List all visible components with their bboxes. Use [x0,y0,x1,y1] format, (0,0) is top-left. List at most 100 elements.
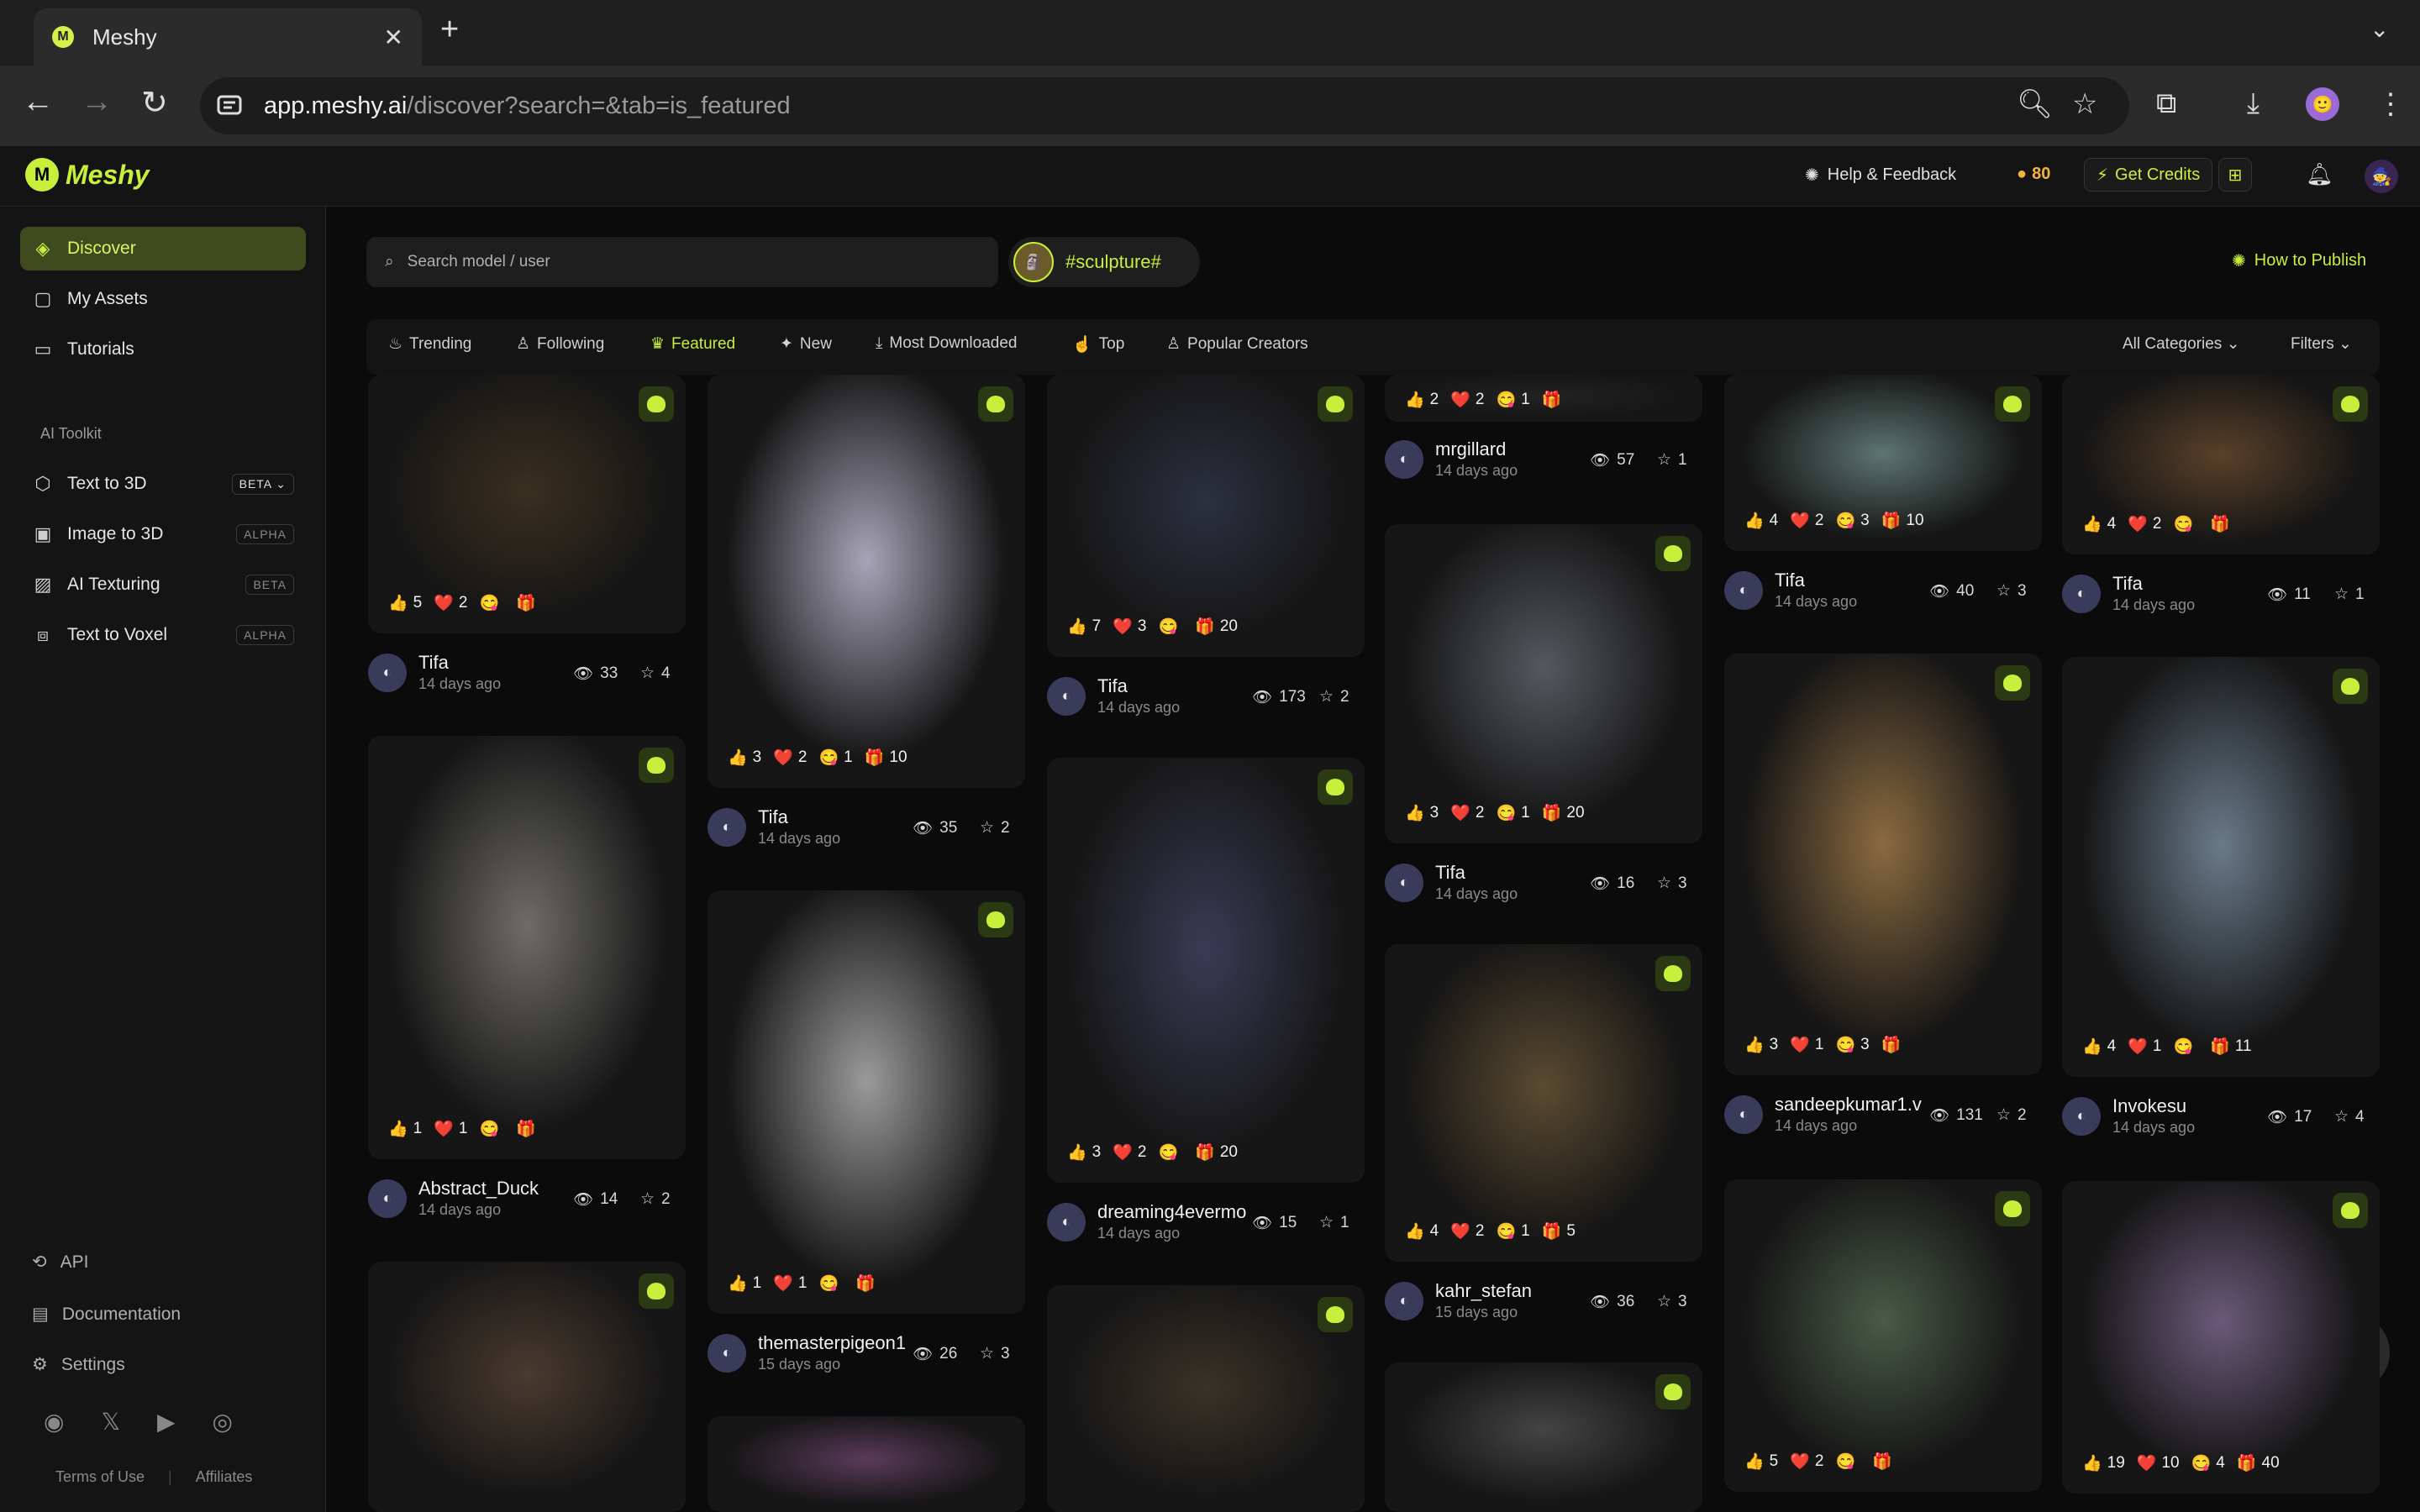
bookmark-star-icon[interactable]: ☆ [2072,87,2097,121]
tab-trending[interactable]: ♨ Trending [388,334,471,354]
sidebar-link-settings[interactable]: ⚙︎ Settings [32,1354,125,1375]
reaction-button[interactable]: 👍 5 [1744,1452,1778,1472]
tab-most-downloaded[interactable]: ⤓ Most Downloaded [876,334,1018,353]
author-name[interactable]: sandeepkumar1.v [1775,1094,1922,1116]
reaction-button[interactable]: ❤️ 2 [1790,511,1823,531]
reaction-button[interactable]: 🎁 5 [1542,1221,1576,1242]
model-card[interactable]: 👍 4 ❤️ 2 😋 1 🎁 5 [1385,944,1702,1262]
user-avatar[interactable]: 🧙 [2365,160,2398,193]
model-card[interactable] [1385,1362,1702,1512]
model-card[interactable] [368,1262,686,1512]
reaction-button[interactable]: 😋 1 [819,748,853,768]
reaction-button[interactable]: ❤️ 1 [773,1273,807,1294]
model-card[interactable]: 👍 4 ❤️ 1 😋 🎁 11 [2062,657,2380,1077]
tab-following[interactable]: ♙ Following [516,334,604,354]
author-name[interactable]: Tifa [1435,862,1518,884]
reaction-button[interactable]: ❤️ 2 [2128,514,2161,534]
reaction-button[interactable]: 🎁 [1872,1452,1897,1472]
reaction-button[interactable]: 👍 2 [1405,390,1439,410]
star-button[interactable]: ☆ 3 [1657,874,1687,893]
tab-new[interactable]: ✦ New [780,334,832,354]
model-card[interactable]: 👍 3 ❤️ 2 😋 1 🎁 20 [1385,524,1702,843]
reaction-button[interactable]: 😋 [2174,1037,2199,1057]
author-avatar[interactable]: ◐ [708,807,746,847]
author-avatar[interactable]: ◐ [1724,570,1763,610]
author-avatar[interactable]: ◐ [2062,1096,2101,1136]
reaction-button[interactable]: ❤️ 3 [1113,617,1146,637]
card-author[interactable]: ◐ Tifa 14 days ago [708,806,840,848]
sidebar-item-image-to-3d[interactable]: ▣ Image to 3D ALPHA [20,512,306,556]
reaction-button[interactable]: ❤️ 1 [1790,1035,1823,1055]
reaction-button[interactable]: 😋 3 [1836,511,1870,531]
reaction-button[interactable]: 👍 4 [2082,514,2116,534]
filters-dropdown[interactable]: Filters ⌄ [2291,334,2352,354]
tab-top[interactable]: ☝ Top [1072,334,1124,354]
card-author[interactable]: ◐ themasterpigeon1 15 days ago [708,1332,906,1373]
reaction-button[interactable]: 🎁 20 [1542,803,1585,823]
youtube-icon[interactable]: ▶︎ [157,1408,176,1436]
card-author[interactable]: ◐ Invokesu 14 days ago [2062,1095,2195,1137]
how-to-publish-link[interactable]: ✺ How to Publish [2232,250,2366,271]
reaction-button[interactable]: 👍 1 [728,1273,761,1294]
featured-tag-pill[interactable]: 🗿 #sculpture# [1008,237,1200,287]
card-author[interactable]: ◐ Tifa 14 days ago [1724,570,1857,611]
x-twitter-icon[interactable]: 𝕏 [101,1408,120,1436]
author-name[interactable]: Tifa [2112,573,2195,595]
reaction-button[interactable]: 😋 1 [1497,390,1530,410]
card-author[interactable]: ◐ sandeepkumar1.v 14 days ago [1724,1094,1922,1135]
model-card[interactable] [708,1416,1025,1512]
sidebar-link-documentation[interactable]: ▤ Documentation [32,1304,181,1325]
extensions-icon[interactable]: ⧉ [2156,87,2176,120]
reaction-button[interactable]: 😋 4 [2191,1453,2225,1473]
tab-search-chevron-icon[interactable]: ⌄ [2370,15,2389,43]
card-author[interactable]: ◐ Tifa 14 days ago [2062,573,2195,614]
address-bar[interactable]: app.meshy.ai/discover?search=&tab=is_fea… [200,77,2129,134]
reload-icon[interactable]: ↻ [141,84,168,122]
star-button[interactable]: ☆ 3 [980,1344,1010,1363]
sidebar-item-tutorials[interactable]: ▭ Tutorials [20,328,306,371]
card-author[interactable]: ◐ dreaming4evermo 14 days ago [1047,1201,1246,1242]
reaction-button[interactable]: ❤️ 1 [434,1119,467,1139]
star-button[interactable]: ☆ 2 [640,1189,671,1209]
model-card[interactable]: 👍 3 ❤️ 1 😋 3 🎁 [1724,654,2042,1075]
reaction-button[interactable]: ❤️ 2 [1450,803,1484,823]
reaction-button[interactable]: ❤️ 2 [773,748,807,768]
reaction-button[interactable]: 👍 4 [1744,511,1778,531]
star-button[interactable]: ☆ 1 [2334,585,2365,604]
browser-tab[interactable]: M Meshy ✕ [34,8,422,66]
model-card[interactable]: 👍 1 ❤️ 1 😋 🎁 [708,890,1025,1314]
reaction-button[interactable]: 🎁 20 [1195,617,1238,637]
reaction-button[interactable]: 👍 19 [2082,1453,2125,1473]
reaction-button[interactable]: 🎁 10 [865,748,908,768]
reaction-button[interactable]: 🎁 11 [2210,1037,2251,1057]
author-name[interactable]: Tifa [1775,570,1857,591]
browser-profile-avatar[interactable]: 🙂 [2306,87,2339,121]
author-name[interactable]: Invokesu [2112,1095,2195,1117]
browser-menu-icon[interactable]: ⋮ [2376,87,2405,121]
model-card[interactable]: 👍 3 ❤️ 2 😋 🎁 20 [1047,758,1365,1183]
back-icon[interactable]: ← [22,84,54,120]
reaction-button[interactable]: 🎁 [516,1119,541,1139]
card-author[interactable]: ◐ Tifa 14 days ago [368,652,501,693]
reaction-button[interactable]: 😋 [1159,617,1184,637]
model-card[interactable]: 👍 4 ❤️ 2 😋 3 🎁 10 [1724,375,2042,551]
discord-icon[interactable]: ◉ [44,1408,64,1436]
instagram-icon[interactable]: ◎ [213,1408,233,1436]
author-avatar[interactable]: ◐ [708,1333,746,1373]
star-button[interactable]: ☆ 2 [980,818,1010,837]
model-card[interactable]: 👍 2 ❤️ 2 😋 1 🎁 [1385,375,1702,422]
get-credits-button[interactable]: ⚡︎ Get Credits [2084,158,2213,192]
credits-counter[interactable]: ● 80 [2017,165,2050,184]
reaction-button[interactable]: ❤️ 2 [1790,1452,1823,1472]
reaction-button[interactable]: 😋 [2174,514,2199,534]
reaction-button[interactable]: 👍 4 [1405,1221,1439,1242]
affiliates-link[interactable]: Affiliates [196,1468,253,1486]
sidebar-item-my-assets[interactable]: ▢ My Assets [20,277,306,321]
card-author[interactable]: ◐ mrgillard 14 days ago [1385,438,1518,480]
reaction-button[interactable]: 👍 7 [1067,617,1101,637]
author-name[interactable]: Tifa [418,652,501,674]
model-card[interactable]: 👍 5 ❤️ 2 😋 🎁 [368,375,686,633]
reaction-button[interactable]: 🎁 20 [1195,1142,1238,1163]
author-avatar[interactable]: ◐ [1047,676,1086,716]
tab-featured[interactable]: ♛ Featured [650,334,735,354]
